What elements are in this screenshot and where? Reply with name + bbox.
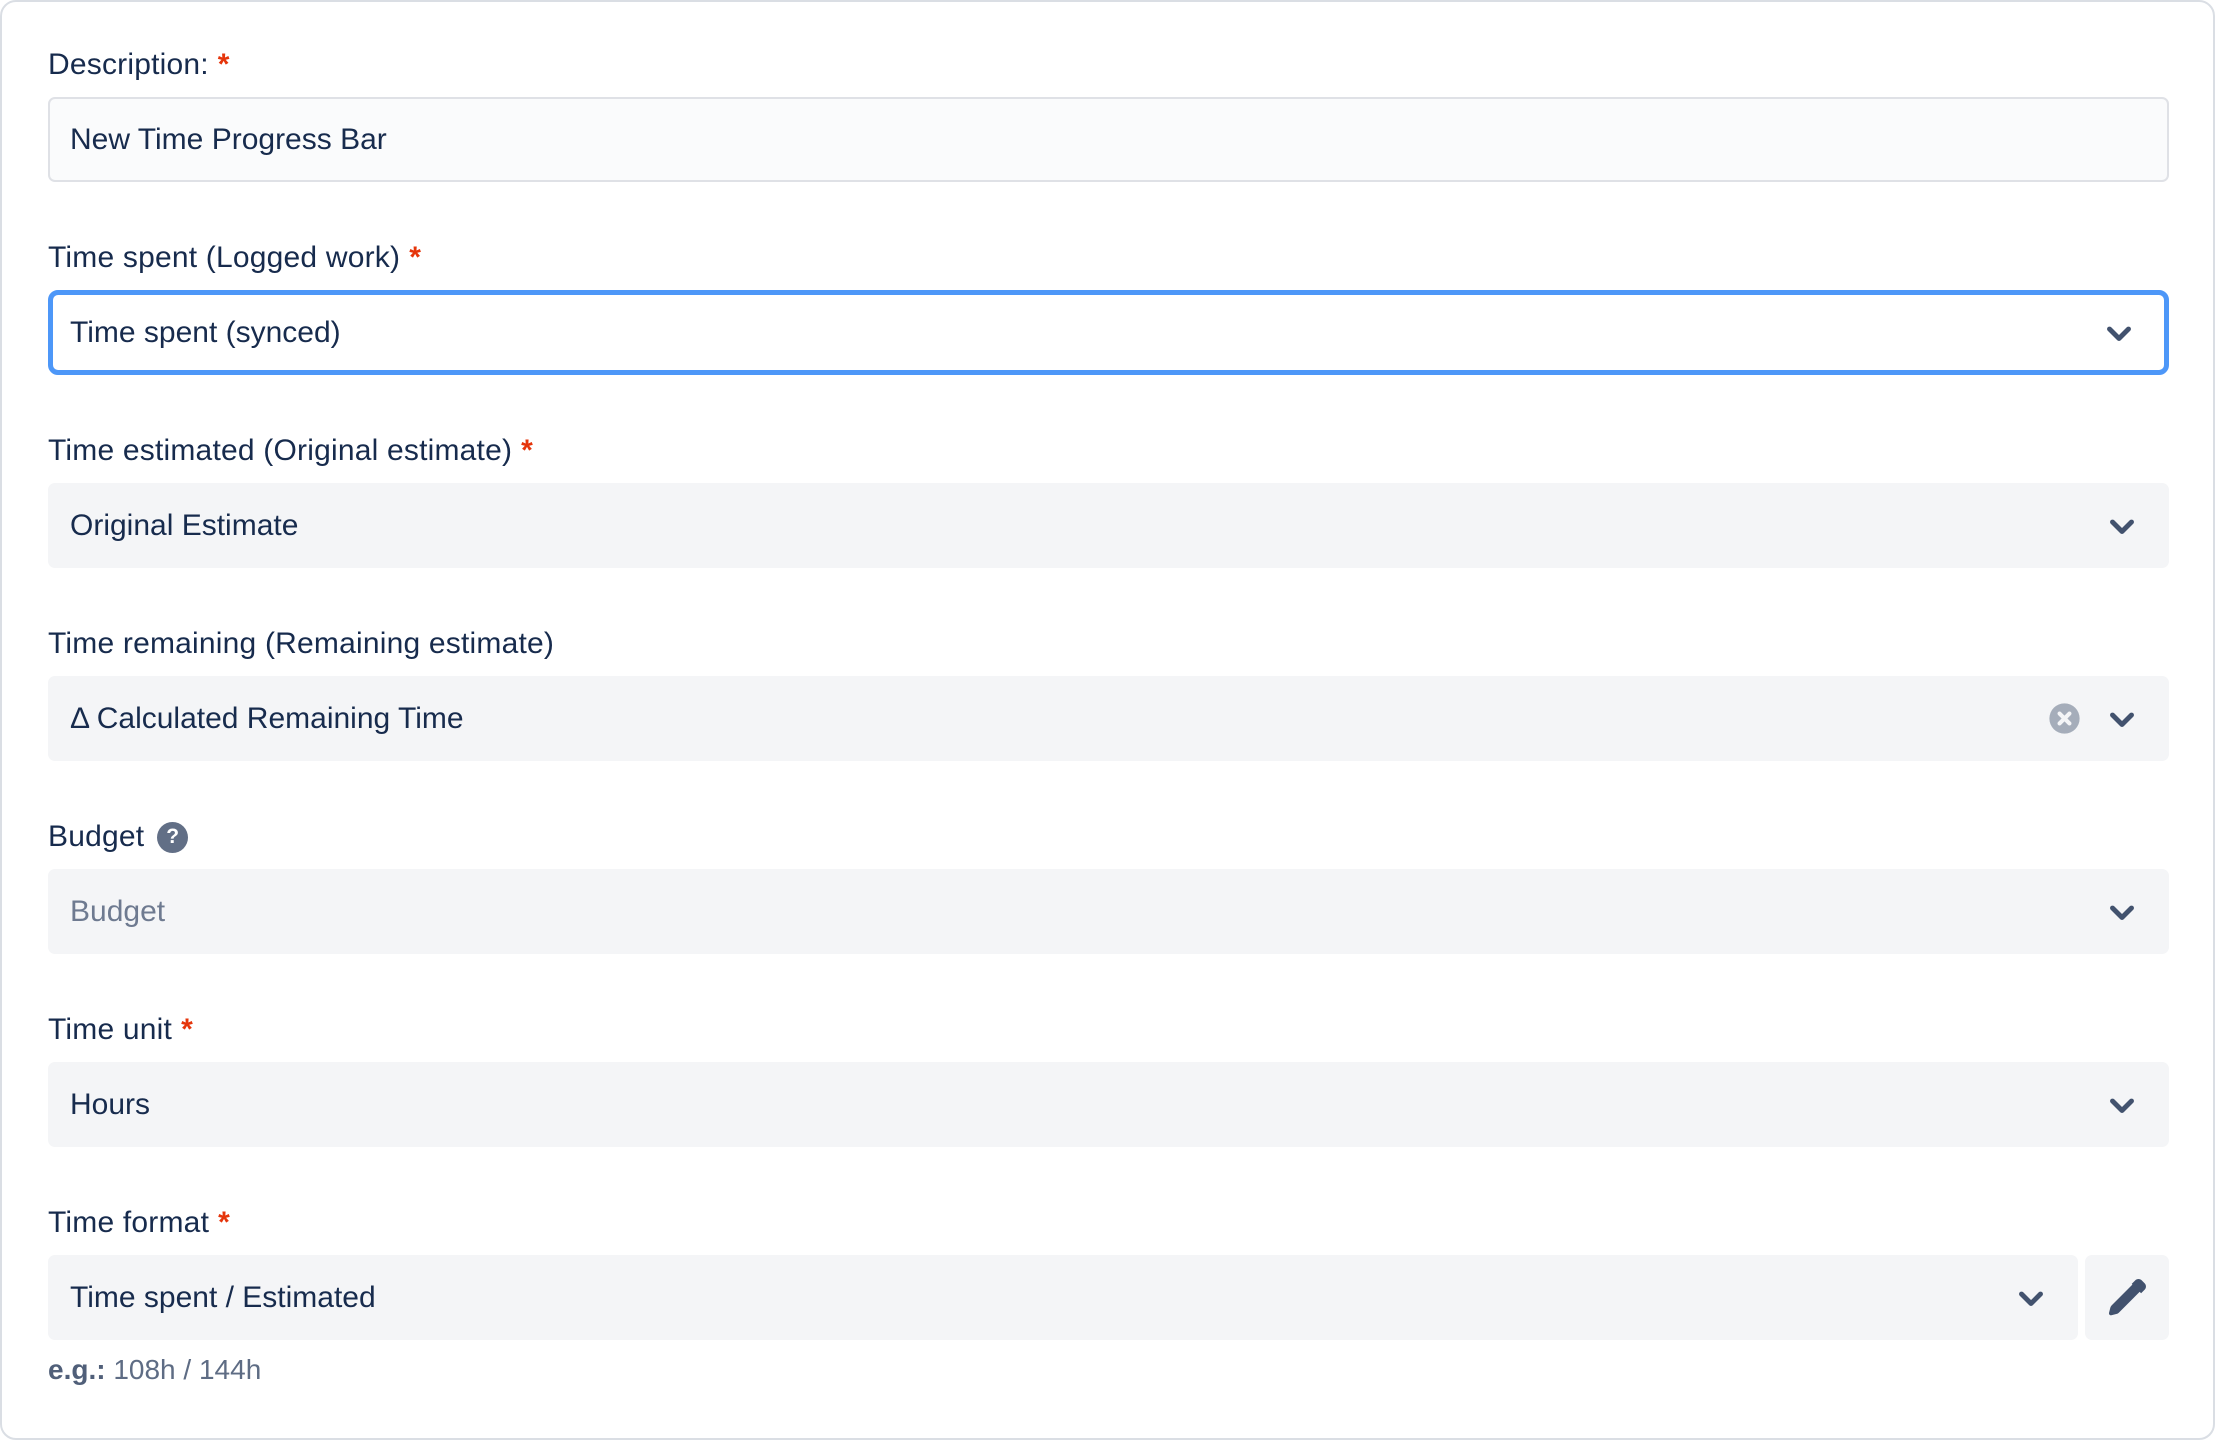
time-unit-select[interactable]: Hours: [48, 1062, 2169, 1147]
description-input[interactable]: [48, 97, 2169, 182]
time-spent-select[interactable]: Time spent (synced): [48, 290, 2169, 375]
time-format-select[interactable]: Time spent / Estimated: [48, 1255, 2078, 1340]
field-group-budget: Budget ? Budget: [48, 818, 2169, 954]
field-group-time-remaining: Time remaining (Remaining estimate) Δ Ca…: [48, 625, 2169, 761]
time-format-row: Time spent / Estimated: [48, 1255, 2169, 1340]
edit-time-format-button[interactable]: [2085, 1255, 2169, 1340]
required-asterisk: *: [521, 432, 533, 470]
required-asterisk: *: [409, 239, 421, 277]
time-format-label-text: Time format: [48, 1204, 209, 1242]
field-group-time-format: Time format * Time spent / Estimated: [48, 1204, 2169, 1386]
time-remaining-select[interactable]: Δ Calculated Remaining Time: [48, 676, 2169, 761]
chevron-down-icon: [2103, 700, 2141, 738]
time-spent-label-text: Time spent (Logged work): [48, 239, 400, 277]
budget-select-placeholder: Budget: [70, 895, 2077, 929]
time-remaining-select-value: Δ Calculated Remaining Time: [70, 702, 2077, 736]
chevron-down-icon: [2012, 1279, 2050, 1317]
time-remaining-label-text: Time remaining (Remaining estimate): [48, 625, 554, 663]
time-unit-select-value: Hours: [70, 1088, 2077, 1122]
field-group-time-estimated: Time estimated (Original estimate) * Ori…: [48, 432, 2169, 568]
pencil-icon: [2109, 1279, 2146, 1316]
time-estimated-select[interactable]: Original Estimate: [48, 483, 2169, 568]
chevron-down-icon: [2103, 1086, 2141, 1124]
hint-label: e.g.:: [48, 1354, 106, 1385]
form-content: Description: * Time spent (Logged work) …: [2, 2, 2213, 1386]
time-remaining-label: Time remaining (Remaining estimate): [48, 625, 2169, 663]
field-group-description: Description: *: [48, 46, 2169, 182]
required-asterisk: *: [218, 46, 230, 84]
required-asterisk: *: [218, 1204, 230, 1242]
chevron-down-icon: [2103, 507, 2141, 545]
field-group-time-unit: Time unit * Hours: [48, 1011, 2169, 1147]
time-unit-label: Time unit *: [48, 1011, 2169, 1049]
description-label: Description: *: [48, 46, 2169, 84]
hint-value: 108h / 144h: [113, 1354, 261, 1385]
time-spent-select-value: Time spent (synced): [70, 316, 2074, 350]
budget-label: Budget ?: [48, 818, 2169, 856]
time-estimated-label-text: Time estimated (Original estimate): [48, 432, 512, 470]
help-icon[interactable]: ?: [157, 822, 188, 853]
time-spent-label: Time spent (Logged work) *: [48, 239, 2169, 277]
field-group-time-spent: Time spent (Logged work) * Time spent (s…: [48, 239, 2169, 375]
time-estimated-label: Time estimated (Original estimate) *: [48, 432, 2169, 470]
time-format-label: Time format *: [48, 1204, 2169, 1242]
time-format-hint: e.g.: 108h / 144h: [48, 1354, 2169, 1386]
time-format-select-value: Time spent / Estimated: [70, 1281, 1986, 1315]
description-label-text: Description:: [48, 46, 209, 84]
chevron-down-icon: [2100, 314, 2138, 352]
budget-label-text: Budget: [48, 818, 144, 856]
settings-panel: Description: * Time spent (Logged work) …: [0, 0, 2215, 1440]
budget-select[interactable]: Budget: [48, 869, 2169, 954]
time-unit-label-text: Time unit: [48, 1011, 172, 1049]
time-estimated-select-value: Original Estimate: [70, 509, 2077, 543]
clear-icon[interactable]: [2048, 702, 2081, 735]
chevron-down-icon: [2103, 893, 2141, 931]
required-asterisk: *: [181, 1011, 193, 1049]
